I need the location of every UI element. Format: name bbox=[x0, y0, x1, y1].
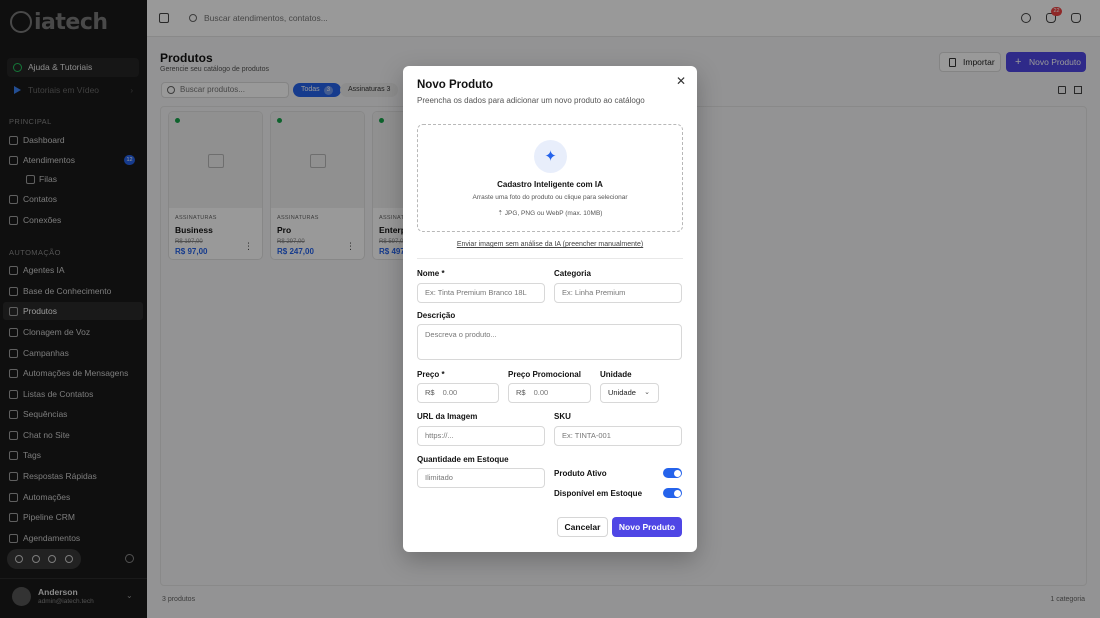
upload-formats: ⇡ JPG, PNG ou WebP (max. 10MB) bbox=[418, 209, 682, 217]
description-textarea[interactable]: Descreva o produto... bbox=[417, 324, 682, 360]
description-label: Descrição bbox=[417, 311, 456, 320]
promo-price-input[interactable]: R$ 0.00 bbox=[508, 383, 591, 403]
unit-label: Unidade bbox=[600, 370, 632, 379]
submit-new-product-button[interactable]: Novo Produto bbox=[612, 517, 682, 537]
price-label: Preço * bbox=[417, 370, 445, 379]
image-url-label: URL da Imagem bbox=[417, 412, 478, 421]
upload-icon: ⇡ bbox=[497, 210, 503, 217]
image-url-input[interactable]: https://... bbox=[417, 426, 545, 446]
upload-description: Arraste uma foto do produto ou clique pa… bbox=[472, 194, 628, 201]
unit-value: Unidade bbox=[608, 388, 636, 397]
upload-title: Cadastro Inteligente com IA bbox=[497, 180, 603, 189]
price-placeholder: 0.00 bbox=[442, 388, 458, 397]
upload-formats-text: JPG, PNG ou WebP (max. 10MB) bbox=[504, 210, 603, 217]
stock-quantity-input[interactable]: Ilimitado bbox=[417, 468, 545, 488]
in-stock-label: Disponível em Estoque bbox=[554, 489, 643, 498]
currency-prefix: R$ bbox=[425, 388, 435, 397]
name-input[interactable]: Ex: Tinta Premium Branco 18L bbox=[417, 283, 545, 303]
new-product-dialog: Novo Produto Preencha os dados para adic… bbox=[403, 66, 697, 552]
name-label: Nome * bbox=[417, 269, 445, 278]
close-icon[interactable]: ✕ bbox=[676, 74, 686, 88]
active-product-label: Produto Ativo bbox=[554, 469, 607, 478]
sku-label: SKU bbox=[554, 412, 571, 421]
category-input[interactable]: Ex: Linha Premium bbox=[554, 283, 682, 303]
in-stock-toggle[interactable] bbox=[663, 488, 682, 498]
active-product-toggle[interactable] bbox=[663, 468, 682, 478]
sparkles-icon: ✦ bbox=[534, 140, 567, 173]
unit-select[interactable]: Unidade ⌄ bbox=[600, 383, 659, 403]
category-label: Categoria bbox=[554, 269, 591, 278]
promo-price-label: Preço Promocional bbox=[508, 370, 581, 379]
image-upload-dropzone[interactable]: ✦ Cadastro Inteligente com IA Arraste um… bbox=[417, 124, 683, 232]
cancel-button[interactable]: Cancelar bbox=[557, 517, 608, 537]
promo-price-placeholder: 0.00 bbox=[533, 388, 549, 397]
chevron-down-icon: ⌄ bbox=[644, 389, 650, 396]
dialog-subtitle: Preencha os dados para adicionar um novo… bbox=[417, 96, 645, 105]
stock-quantity-label: Quantidade em Estoque bbox=[417, 455, 509, 464]
price-input[interactable]: R$ 0.00 bbox=[417, 383, 499, 403]
manual-upload-link[interactable]: Enviar imagem sem análise da IA (preench… bbox=[403, 241, 697, 248]
currency-prefix: R$ bbox=[516, 388, 526, 397]
dialog-title: Novo Produto bbox=[417, 79, 494, 91]
dialog-divider bbox=[417, 258, 683, 259]
sku-input[interactable]: Ex: TINTA-001 bbox=[554, 426, 682, 446]
